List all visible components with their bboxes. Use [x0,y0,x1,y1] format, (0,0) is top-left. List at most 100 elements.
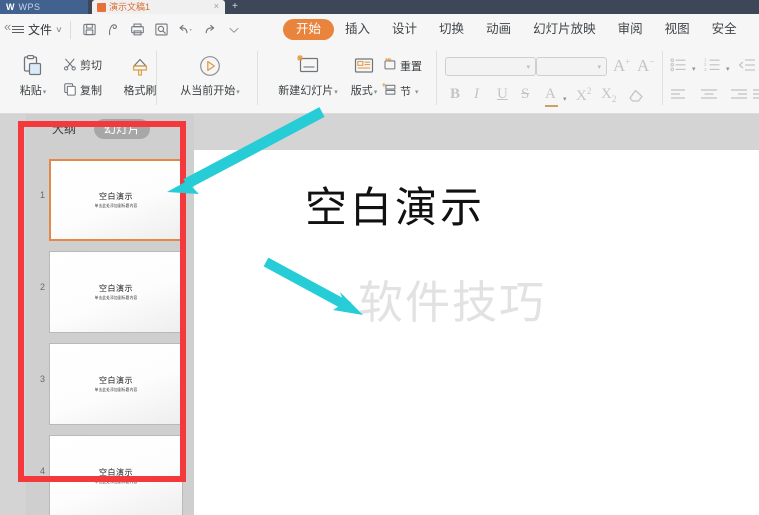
font-color-label: A [545,86,556,102]
start-from-current-button[interactable]: 从当前开始 ▾ [167,54,253,98]
font-size-input[interactable]: ▾ [536,57,607,76]
tab-home[interactable]: 开始 [283,19,335,40]
align-center-icon[interactable] [700,87,718,106]
slide-thumbnail-surface[interactable]: 空白演示 单击此处添加副标题内容 [49,435,183,515]
align-justify-icon[interactable] [752,87,759,106]
file-menu-button[interactable]: 文件 ∨ [12,21,63,38]
slide-thumbnail-subtitle: 单击此处添加副标题内容 [94,387,138,392]
tab-view[interactable]: 视图 [654,19,701,40]
italic-button[interactable]: I [474,86,479,103]
hamburger-icon [12,26,24,33]
clear-format-icon[interactable] [627,86,645,109]
chevron-down-icon[interactable]: ▾ [526,63,535,71]
chevron-down-icon[interactable]: ▾ [726,65,730,73]
slide-thumbnail-surface[interactable]: 空白演示 单击此处添加副标题内容 [49,159,183,241]
subscript-digit: 2 [611,94,617,104]
bold-button[interactable]: B [450,86,460,103]
numbered-list-icon[interactable]: 1 2 3 [704,57,722,78]
tab-transitions[interactable]: 切换 [428,19,475,40]
watermark-box: 软件技巧 [338,255,565,365]
save-icon[interactable] [79,19,101,41]
ribbon: 粘贴 ▾ 剪切 复制 格式刷 从当前开始 ▾ 新建幻灯片 ▾ 版式 ▾ 重置 节… [0,45,759,114]
font-color-button[interactable]: A [545,86,556,103]
format-painter-icon [129,56,151,83]
underline-button[interactable]: U [497,86,508,103]
new-tab-icon[interactable]: + [232,1,238,12]
paste-button[interactable]: 粘贴 ▾ [10,54,56,98]
slide-thumbnail-1[interactable]: 空白演示 单击此处添加副标题内容 [49,159,183,241]
slide-number: 2 [39,282,45,292]
wps-logo-mark: W [6,2,15,12]
font-name-input[interactable]: ▾ [445,57,536,76]
chevron-down-icon: ∨ [55,25,63,34]
shrink-font-button[interactable]: A− [637,56,654,76]
presentation-file-icon [97,2,106,12]
title-bar: W WPS 演示文稿1 × + [0,0,759,14]
slide-thumbnail-subtitle: 单击此处添加副标题内容 [94,295,138,300]
tab-design[interactable]: 设计 [381,19,428,40]
qat-divider [69,20,71,39]
slide-thumbnail-title: 空白演示 [99,467,133,477]
slide-thumbnail-2[interactable]: 空白演示 单击此处添加副标题内容 [49,251,183,333]
grow-font-button[interactable]: A+ [613,56,630,76]
slide-thumbnail-subtitle: 单击此处添加副标题内容 [94,479,138,484]
wps-presentation-window: W WPS 演示文稿1 × + 文件 ∨ 开始 插入 设计 切换 动画 幻灯片放… [0,0,759,515]
document-tab-label: 演示文稿1 [109,2,151,12]
shrink-font-label: A [637,56,650,75]
ribbon-tab-bar: 开始 插入 设计 切换 动画 幻灯片放映 审阅 视图 安全 [283,14,748,45]
align-left-icon[interactable] [670,87,688,106]
paste-icon [21,54,45,83]
close-icon[interactable]: × [214,1,219,11]
tab-outline[interactable]: 大纲 [42,119,86,139]
play-circle-icon [198,54,222,83]
subscript-button[interactable]: X2 [601,86,616,104]
slide-title-text[interactable]: 空白演示 [305,184,485,232]
bullet-list-icon[interactable] [670,57,688,78]
svg-text:3: 3 [704,67,707,72]
copy-label: 复制 [80,85,102,97]
tab-slides[interactable]: 幻灯片 [94,119,151,139]
decrease-indent-icon[interactable] [738,57,756,78]
grow-font-label: A [613,56,626,75]
chevron-down-icon[interactable]: ▾ [597,63,606,71]
chevron-down-icon[interactable]: ▾ [563,95,567,103]
cut-button[interactable]: 剪切 [63,57,102,76]
font-color-swatch [545,105,558,107]
print-icon[interactable] [127,19,149,41]
strikethrough-button[interactable]: S [521,86,529,103]
slide-thumbnail-surface[interactable]: 空白演示 单击此处添加副标题内容 [49,251,183,333]
slide-thumbnail-4[interactable]: 空白演示 单击此处添加副标题内容 [49,435,183,515]
chevron-down-icon[interactable]: ▾ [692,65,696,73]
collapse-panel-icon[interactable]: « [4,20,11,34]
tab-review[interactable]: 审阅 [607,19,654,40]
superscript-button[interactable]: X2 [576,86,591,105]
chevron-down-icon: ▾ [373,88,378,96]
save-as-cloud-icon[interactable] [103,19,125,41]
tab-security[interactable]: 安全 [701,19,748,40]
tab-slideshow[interactable]: 幻灯片放映 [522,19,607,40]
undo-icon[interactable] [175,19,197,41]
section-button[interactable]: 节 ▾ [382,82,419,102]
tab-animations[interactable]: 动画 [475,19,522,40]
slide-thumbnail-panel[interactable]: 1 空白演示 单击此处添加副标题内容 2 空白演示 单击此处添加副标题内容 3 … [26,144,194,515]
wps-logo-label: WPS [18,2,41,12]
customize-qat-icon[interactable] [223,19,245,41]
redo-icon[interactable] [199,19,221,41]
ribbon-divider [156,51,157,105]
wps-logo-button[interactable]: W WPS [0,0,88,14]
slide-thumbnail-surface[interactable]: 空白演示 单击此处添加副标题内容 [49,343,183,425]
ribbon-divider [257,51,258,105]
print-preview-icon[interactable] [151,19,173,41]
align-right-icon[interactable] [730,87,748,106]
document-tab[interactable]: 演示文稿1 × [92,0,225,14]
ribbon-divider [436,51,437,105]
start-from-current-label: 从当前开始 [180,85,236,97]
copy-icon [63,82,77,101]
section-label: 节 [400,85,411,98]
reset-button[interactable]: 重置 [382,57,422,77]
chevron-down-icon: ▾ [236,88,240,96]
tab-insert[interactable]: 插入 [334,19,381,40]
slide-thumbnail-3[interactable]: 空白演示 单击此处添加副标题内容 [49,343,183,425]
copy-button[interactable]: 复制 [63,82,102,101]
cut-icon [63,57,77,76]
